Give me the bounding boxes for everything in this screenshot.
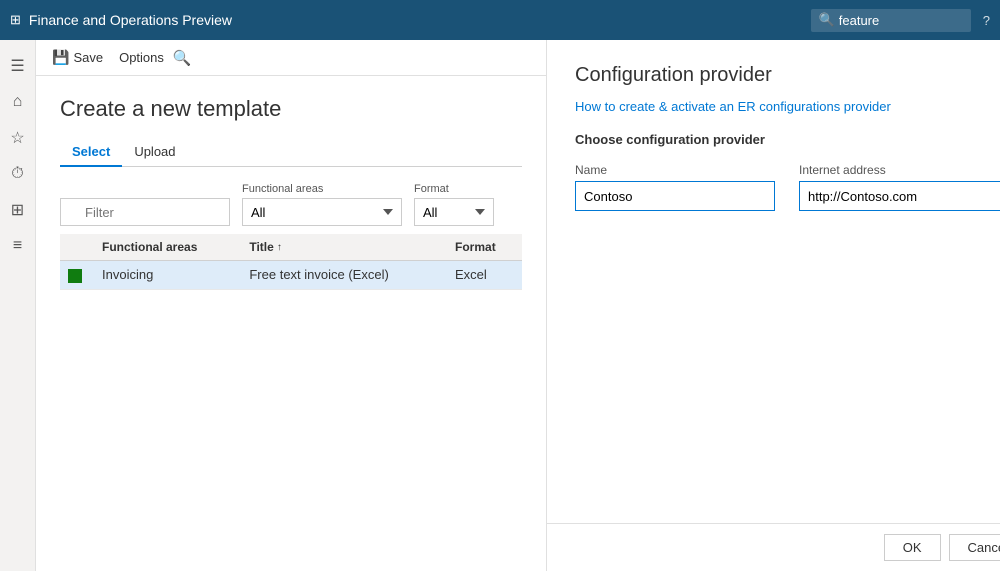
page-title: Create a new template [60, 96, 522, 122]
top-bar: ⊞ Finance and Operations Preview 🔍 ? [0, 0, 1000, 40]
row-title: Free text invoice (Excel) [241, 261, 447, 290]
name-input[interactable] [575, 181, 775, 211]
save-icon: 💾 [52, 49, 69, 66]
options-label: Options [119, 50, 164, 65]
save-button[interactable]: 💾 Save [44, 45, 111, 70]
cancel-button[interactable]: Cancel [949, 534, 1000, 561]
toolbar-search-button[interactable]: 🔍 [172, 48, 192, 68]
form-row: Name Internet address [575, 163, 1000, 211]
format-col: Format All Excel [414, 183, 494, 226]
row-icon-cell [60, 261, 94, 290]
sidebar: ☰ ⌂ ☆ ⏱ ⊞ ≡ [0, 40, 36, 571]
sidebar-item-home[interactable]: ⌂ [0, 84, 36, 120]
format-select[interactable]: All Excel [414, 198, 494, 226]
filter-row: 🔍 Functional areas All Invoicing Format [60, 183, 522, 226]
filter-search-col: 🔍 [60, 198, 230, 226]
search-wrapper: 🔍 [811, 9, 971, 32]
th-title[interactable]: Title ↑ [241, 234, 447, 261]
data-table: Functional areas Title ↑ Format [60, 234, 522, 290]
help-icon[interactable]: ? [983, 13, 990, 28]
name-form-group: Name [575, 163, 775, 211]
app-grid-icon[interactable]: ⊞ [10, 12, 21, 28]
tabs: Select Upload [60, 138, 522, 167]
row-functional-areas: Invoicing [94, 261, 241, 290]
internet-address-input[interactable] [799, 181, 1000, 211]
internet-address-form-group: Internet address [799, 163, 1000, 211]
row-format: Excel [447, 261, 522, 290]
ok-button[interactable]: OK [884, 534, 941, 561]
filter-input-wrapper: 🔍 [60, 198, 230, 226]
th-icon [60, 234, 94, 261]
sidebar-item-list[interactable]: ≡ [0, 228, 36, 264]
left-panel: 💾 Save Options 🔍 Create a new template S… [36, 40, 546, 571]
page-content: Create a new template Select Upload 🔍 [36, 76, 546, 571]
excel-icon [68, 269, 82, 283]
format-label: Format [414, 183, 494, 195]
sidebar-item-hamburger[interactable]: ☰ [0, 48, 36, 84]
tab-upload[interactable]: Upload [122, 138, 187, 167]
sort-arrow-icon: ↑ [277, 242, 282, 253]
table-row[interactable]: Invoicing Free text invoice (Excel) Exce… [60, 261, 522, 290]
functional-areas-select[interactable]: All Invoicing [242, 198, 402, 226]
functional-areas-label: Functional areas [242, 183, 402, 195]
app-title: Finance and Operations Preview [29, 12, 811, 28]
top-search-input[interactable] [811, 9, 971, 32]
name-label: Name [575, 163, 775, 177]
tab-select[interactable]: Select [60, 138, 122, 167]
th-format: Format [447, 234, 522, 261]
options-button[interactable]: Options [111, 46, 172, 69]
right-panel: Configuration provider How to create & a… [547, 40, 1000, 571]
sidebar-item-workspace[interactable]: ⊞ [0, 192, 36, 228]
config-title: Configuration provider [575, 64, 1000, 87]
table-header-row: Functional areas Title ↑ Format [60, 234, 522, 261]
config-link[interactable]: How to create & activate an ER configura… [575, 99, 1000, 114]
spacer [575, 223, 1000, 523]
toolbar: 💾 Save Options 🔍 [36, 40, 546, 76]
internet-address-label: Internet address [799, 163, 1000, 177]
sidebar-item-favorite[interactable]: ☆ [0, 120, 36, 156]
save-label: Save [73, 50, 103, 65]
filter-search-input[interactable] [60, 198, 230, 226]
functional-areas-col: Functional areas All Invoicing [242, 183, 402, 226]
sidebar-item-recent[interactable]: ⏱ [0, 156, 36, 192]
th-functional-areas: Functional areas [94, 234, 241, 261]
bottom-bar: OK Cancel [547, 523, 1000, 571]
main-layout: ☰ ⌂ ☆ ⏱ ⊞ ≡ 💾 Save Options 🔍 Create a [0, 40, 1000, 571]
config-subtitle: Choose configuration provider [575, 132, 1000, 147]
content-area: 💾 Save Options 🔍 Create a new template S… [36, 40, 1000, 571]
